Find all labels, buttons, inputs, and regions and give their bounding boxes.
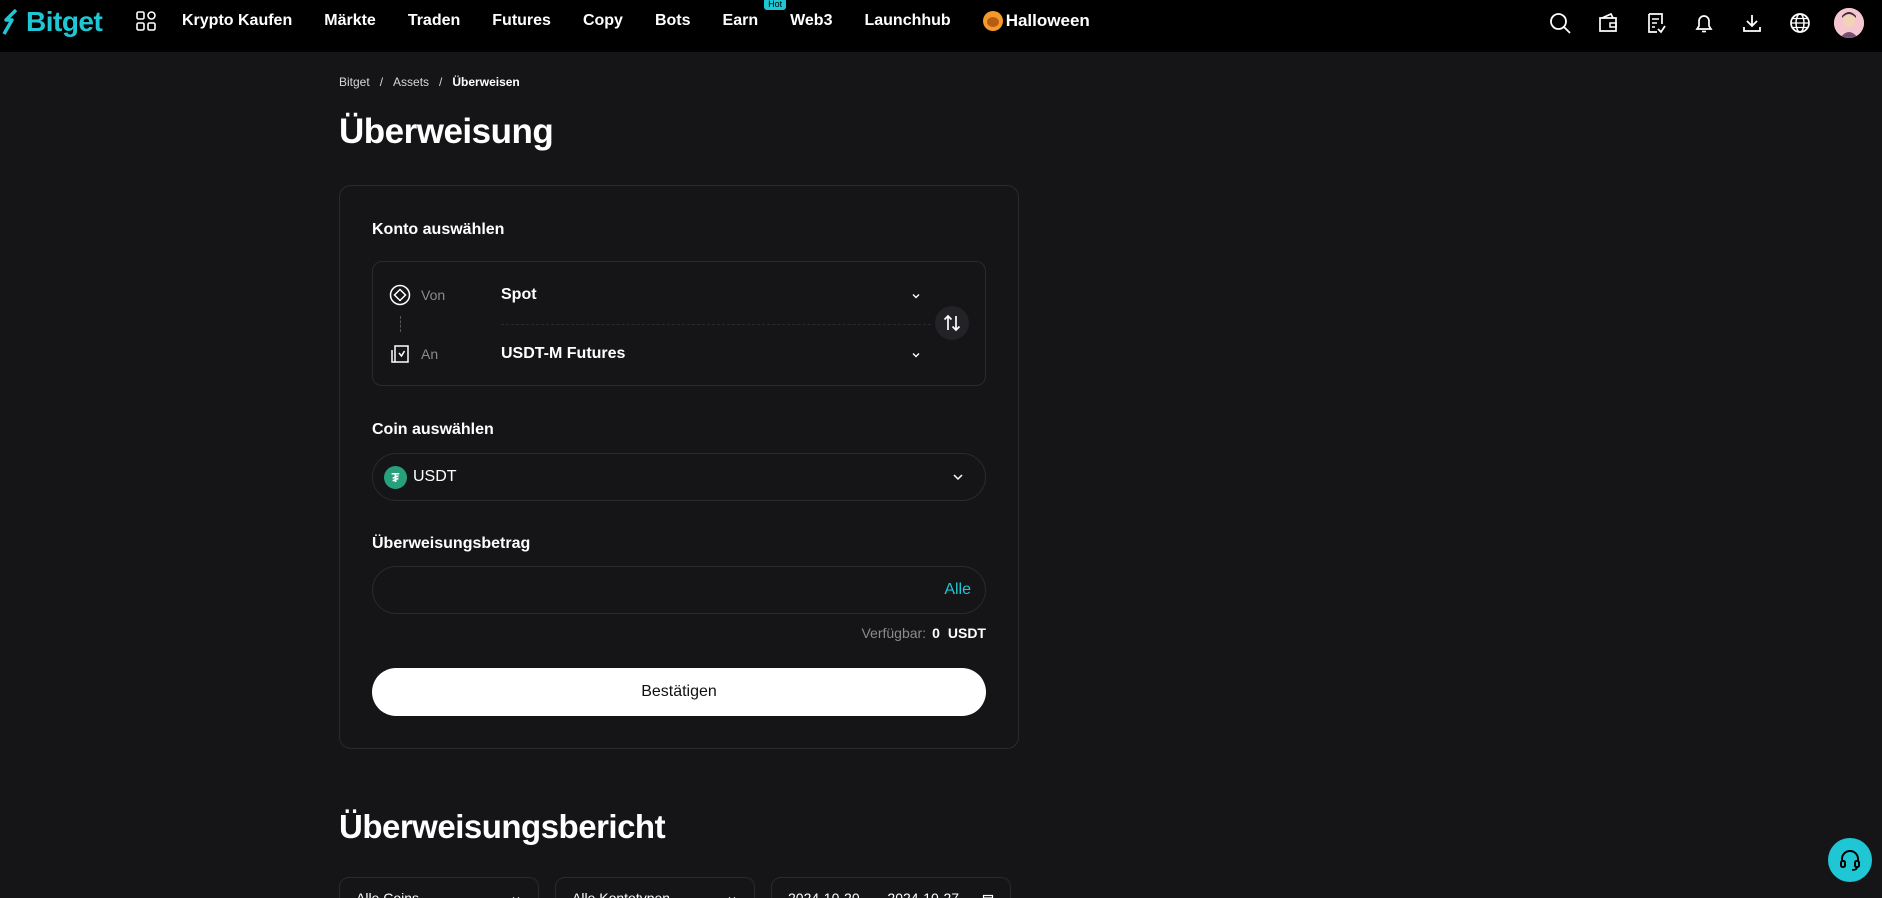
coin-select[interactable]: ₮ USDT xyxy=(372,453,986,501)
from-account-value: Spot xyxy=(501,286,537,303)
search-icon[interactable] xyxy=(1548,11,1572,35)
date-range-picker[interactable]: 2024-10-20 – 2024-10-27 xyxy=(771,877,1011,898)
nav-halloween[interactable]: Halloween xyxy=(982,11,1090,31)
nav-krypto-kaufen[interactable]: Krypto Kaufen xyxy=(182,12,292,30)
bitget-logo[interactable]: Bitget xyxy=(2,6,103,38)
date-to: 2024-10-27 xyxy=(887,890,960,898)
account-type-filter-select[interactable]: Alle Kontotypen xyxy=(555,877,755,898)
wallet-icon[interactable] xyxy=(1596,11,1620,35)
breadcrumb-separator: / xyxy=(439,75,443,89)
nav-copy[interactable]: Copy xyxy=(583,12,623,30)
nav-earn-label: Earn xyxy=(722,12,759,29)
breadcrumb-current: Überweisen xyxy=(452,75,520,89)
coin-filter-select[interactable]: Alle Coins xyxy=(339,877,539,898)
main-menu: Krypto Kaufen Märkte Traden Futures Copy… xyxy=(182,0,1122,42)
swap-accounts-button[interactable] xyxy=(935,306,969,340)
halloween-label: Halloween xyxy=(1005,11,1090,30)
page-title: Überweisung xyxy=(339,112,554,151)
brand-name: Bitget xyxy=(26,6,103,37)
spot-account-icon xyxy=(389,284,411,306)
nav-actions xyxy=(1524,8,1864,38)
chevron-down-icon xyxy=(951,470,965,484)
apps-grid-icon[interactable] xyxy=(136,11,156,31)
orders-icon[interactable] xyxy=(1644,11,1668,35)
available-unit: USDT xyxy=(947,625,986,641)
account-section-label: Konto auswählen xyxy=(372,221,505,238)
bell-icon[interactable] xyxy=(1692,11,1716,35)
transfer-card: Konto auswählen Von Spot An USDT-M Futur… xyxy=(339,185,1019,749)
amount-input[interactable] xyxy=(389,567,929,613)
support-chat-button[interactable] xyxy=(1828,838,1872,882)
avatar[interactable] xyxy=(1834,8,1864,38)
to-account-row[interactable]: An USDT-M Futures xyxy=(373,329,933,379)
date-separator: – xyxy=(869,890,878,898)
to-account-value: USDT-M Futures xyxy=(501,345,626,362)
nav-futures[interactable]: Futures xyxy=(492,12,551,30)
chevron-down-icon xyxy=(726,892,738,898)
usdt-coin-icon: ₮ xyxy=(384,465,407,489)
globe-icon[interactable] xyxy=(1788,11,1812,35)
from-label: Von xyxy=(421,287,446,303)
from-account-row[interactable]: Von Spot xyxy=(373,270,933,320)
coin-filter-value: Alle Coins xyxy=(356,890,420,898)
all-amount-button[interactable]: Alle xyxy=(944,581,971,599)
nav-maerkte[interactable]: Märkte xyxy=(324,12,376,30)
pumpkin-icon xyxy=(982,11,1003,31)
coin-section-label: Coin auswählen xyxy=(372,421,494,438)
top-navbar: Bitget Krypto Kaufen Märkte Traden Futur… xyxy=(0,0,1882,52)
amount-section-label: Überweisungsbetrag xyxy=(372,535,531,552)
account-type-filter-value: Alle Kontotypen xyxy=(572,890,671,898)
available-value: 0 xyxy=(932,625,940,641)
divider xyxy=(501,324,931,325)
date-from: 2024-10-20 xyxy=(788,890,860,898)
breadcrumb: Bitget / Assets / Überweisen xyxy=(339,75,530,89)
bitget-logo-icon xyxy=(2,9,18,35)
chevron-down-icon xyxy=(510,892,522,898)
to-label: An xyxy=(421,346,439,362)
amount-field: Alle xyxy=(372,566,986,614)
breadcrumb-bitget[interactable]: Bitget xyxy=(339,75,370,89)
futures-account-icon xyxy=(389,343,411,365)
headset-icon xyxy=(1840,850,1860,871)
account-selector: Von Spot An USDT-M Futures xyxy=(372,261,986,386)
calendar-icon xyxy=(982,892,994,898)
available-balance: Verfügbar: 0 USDT xyxy=(861,625,986,641)
nav-traden[interactable]: Traden xyxy=(408,12,460,30)
chevron-down-icon xyxy=(910,289,922,301)
breadcrumb-assets[interactable]: Assets xyxy=(393,75,429,89)
report-title: Überweisungsbericht xyxy=(339,808,666,845)
confirm-button[interactable]: Bestätigen xyxy=(372,668,986,716)
nav-launchhub[interactable]: Launchhub xyxy=(864,12,950,30)
download-icon[interactable] xyxy=(1740,11,1764,35)
nav-bots[interactable]: Bots xyxy=(655,12,691,30)
nav-earn[interactable]: Earn Hot xyxy=(722,0,787,30)
available-label: Verfügbar: xyxy=(861,625,927,641)
breadcrumb-separator: / xyxy=(379,75,384,89)
nav-web3[interactable]: Web3 xyxy=(790,12,832,30)
hot-badge: Hot xyxy=(764,0,787,10)
swap-icon xyxy=(943,314,961,332)
chevron-down-icon xyxy=(910,348,922,360)
coin-value: USDT xyxy=(413,468,457,485)
